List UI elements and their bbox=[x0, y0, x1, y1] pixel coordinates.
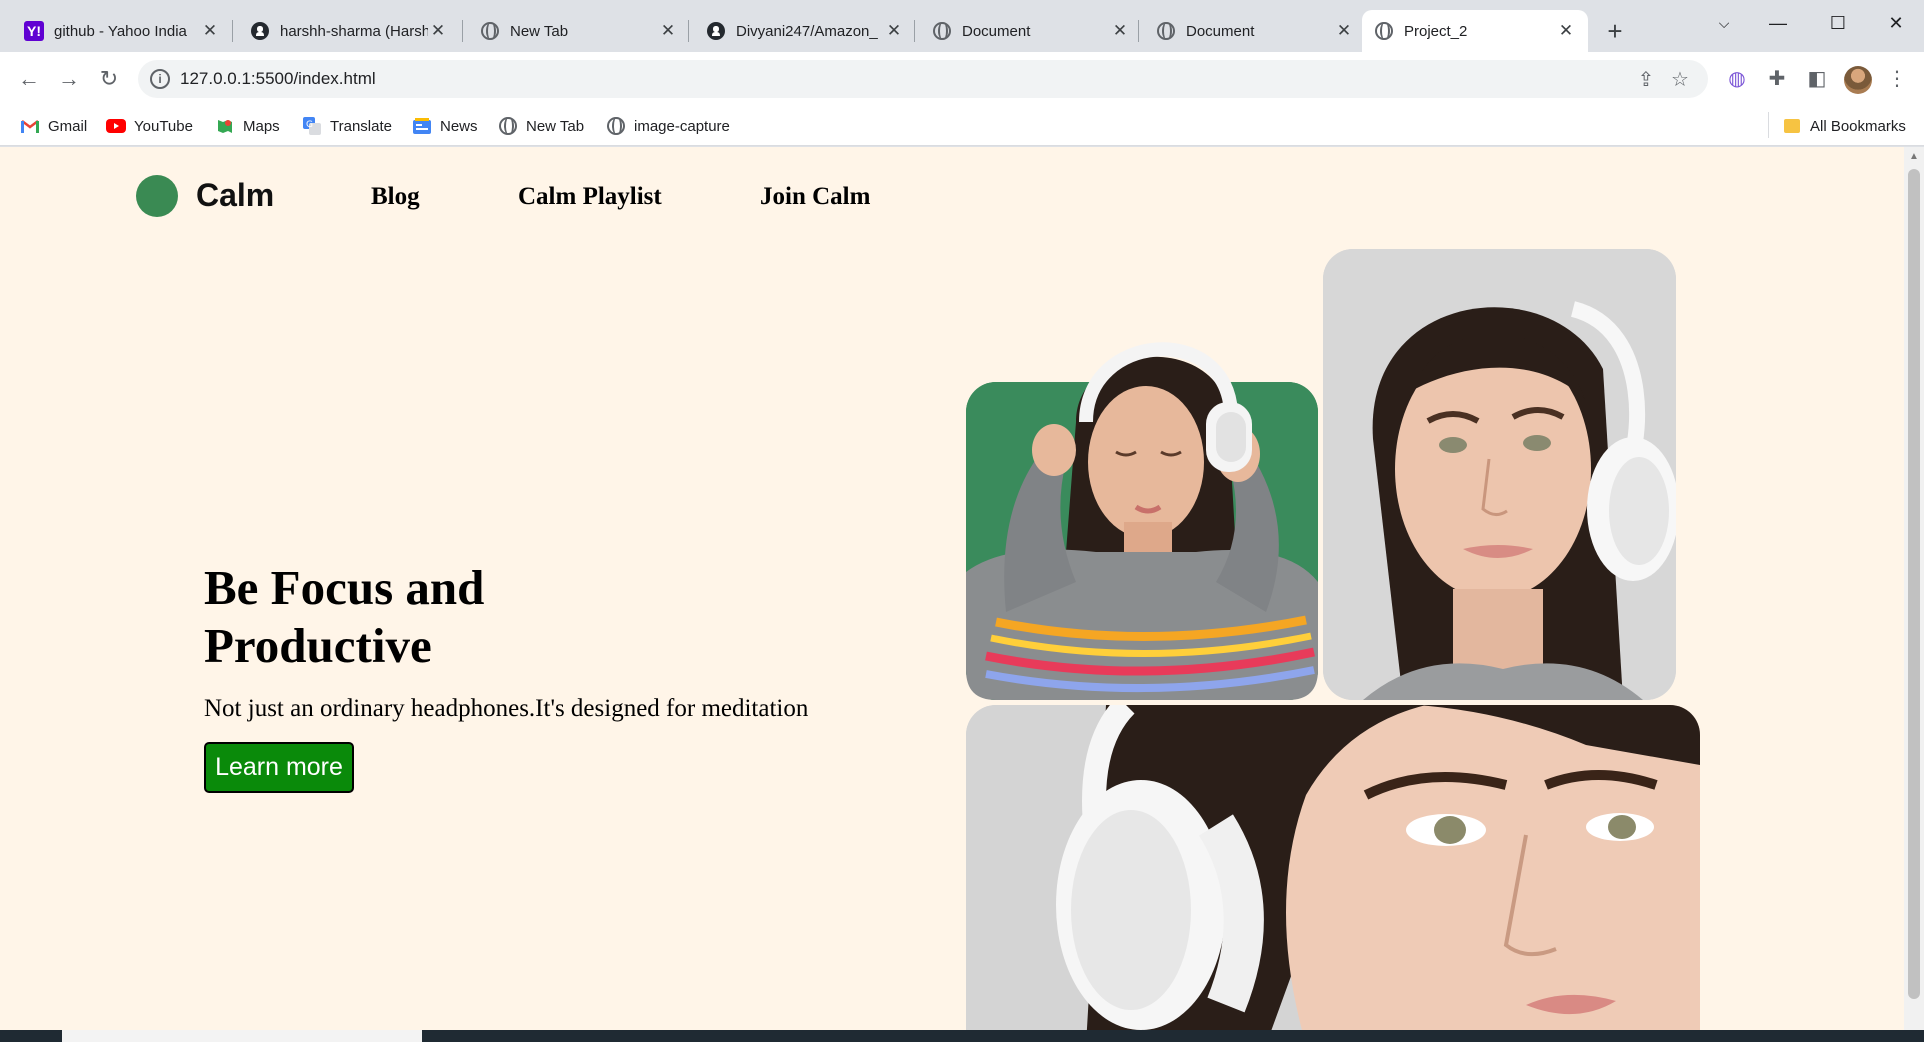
tab-title: Project_2 bbox=[1404, 22, 1468, 40]
learn-more-button[interactable]: Learn more bbox=[204, 742, 354, 793]
hero-image-closeup bbox=[966, 705, 1700, 1030]
close-icon[interactable]: ✕ bbox=[884, 21, 904, 41]
globe-icon bbox=[480, 21, 500, 41]
translate-icon: G bbox=[302, 116, 322, 136]
browser-toolbar: ← → ↻ i 127.0.0.1:5500/index.html ⇪ ☆ bbox=[0, 52, 1924, 106]
tab-search-icon[interactable]: ⌵ bbox=[1704, 8, 1744, 38]
tab-title: github - Yahoo India bbox=[54, 22, 187, 40]
close-icon[interactable]: ✕ bbox=[200, 21, 220, 41]
svg-text:G: G bbox=[306, 120, 313, 130]
nav-link-blog[interactable]: Blog bbox=[371, 183, 420, 211]
new-tab-button[interactable]: + bbox=[1600, 17, 1630, 47]
bookmark-gmail[interactable]: Gmail bbox=[20, 114, 87, 138]
tab-title: Divyani247/Amazon_ bbox=[736, 22, 878, 40]
share-icon[interactable]: ⇪ bbox=[1634, 68, 1658, 92]
tab-title: Document bbox=[962, 22, 1031, 40]
bookmark-new-tab[interactable]: New Tab bbox=[498, 114, 584, 138]
youtube-icon bbox=[106, 116, 126, 136]
hero-title: Be Focus and Productive bbox=[204, 560, 485, 673]
tab-title: Document bbox=[1186, 22, 1255, 40]
extension-icon[interactable]: ◍ bbox=[1722, 64, 1752, 94]
avatar[interactable] bbox=[1844, 66, 1872, 94]
tab-document-2[interactable]: Document ✕ bbox=[1144, 10, 1366, 52]
forward-icon[interactable]: → bbox=[54, 64, 84, 94]
tab-github-divyani[interactable]: Divyani247/Amazon_ ✕ bbox=[694, 10, 916, 52]
tab-project-2[interactable]: Project_2 ✕ bbox=[1362, 10, 1588, 52]
globe-icon bbox=[1374, 21, 1394, 41]
maximize-icon[interactable]: ☐ bbox=[1818, 8, 1858, 38]
logo-circle-icon bbox=[136, 175, 178, 217]
tab-yahoo[interactable]: Y! github - Yahoo India ✕ bbox=[12, 10, 232, 52]
github-icon bbox=[250, 21, 270, 41]
puzzle-icon[interactable]: ✚ bbox=[1762, 64, 1792, 94]
folder-icon bbox=[1782, 116, 1802, 136]
gmail-icon bbox=[20, 116, 40, 136]
url-text: 127.0.0.1:5500/index.html bbox=[180, 69, 376, 88]
news-icon bbox=[412, 116, 432, 136]
menu-icon[interactable]: ⋮ bbox=[1882, 64, 1912, 94]
taskbar-search[interactable] bbox=[62, 1030, 422, 1042]
page-scrollbar[interactable]: ▲ bbox=[1904, 147, 1924, 1030]
scrollbar-thumb[interactable] bbox=[1908, 169, 1920, 999]
site-info-icon[interactable]: i bbox=[150, 69, 170, 89]
close-icon[interactable]: ✕ bbox=[428, 21, 448, 41]
tab-title: harshh-sharma (Harsh bbox=[280, 22, 428, 40]
globe-icon bbox=[606, 116, 626, 136]
close-icon[interactable]: ✕ bbox=[1110, 21, 1130, 41]
close-icon[interactable]: ✕ bbox=[1556, 21, 1576, 41]
side-panel-icon[interactable]: ◧ bbox=[1802, 64, 1832, 94]
globe-icon bbox=[498, 116, 518, 136]
hero-image-portrait bbox=[1323, 249, 1676, 700]
nav-link-calm-playlist[interactable]: Calm Playlist bbox=[518, 183, 662, 211]
hero-image-sweater bbox=[966, 342, 1318, 700]
minimize-icon[interactable]: — bbox=[1758, 8, 1798, 38]
bookmark-star-icon[interactable]: ☆ bbox=[1668, 68, 1692, 92]
reload-icon[interactable]: ↻ bbox=[94, 64, 124, 94]
window-close-icon[interactable]: ✕ bbox=[1876, 8, 1916, 38]
scroll-up-icon[interactable]: ▲ bbox=[1904, 151, 1924, 162]
tab-document-1[interactable]: Document ✕ bbox=[920, 10, 1142, 52]
tab-new-tab[interactable]: New Tab ✕ bbox=[468, 10, 690, 52]
back-icon[interactable]: ← bbox=[14, 64, 44, 94]
hero-subtitle: Not just an ordinary headphones.It's des… bbox=[204, 695, 809, 722]
page-viewport: Calm Blog Calm Playlist Join Calm Be Foc… bbox=[0, 147, 1904, 1030]
tab-title: New Tab bbox=[510, 22, 569, 40]
tab-divider bbox=[914, 20, 915, 42]
address-bar[interactable]: i 127.0.0.1:5500/index.html ⇪ ☆ bbox=[138, 60, 1708, 98]
tab-divider bbox=[688, 20, 689, 42]
bookmark-news[interactable]: News bbox=[412, 114, 478, 138]
github-icon bbox=[706, 21, 726, 41]
tab-divider bbox=[232, 20, 233, 42]
tab-strip: Y! github - Yahoo India ✕ harshh-sharma … bbox=[0, 0, 1924, 52]
globe-icon bbox=[1156, 21, 1176, 41]
bookmark-youtube[interactable]: YouTube bbox=[106, 114, 193, 138]
tab-divider bbox=[462, 20, 463, 42]
yahoo-icon: Y! bbox=[24, 21, 44, 41]
bookmark-maps[interactable]: Maps bbox=[215, 114, 280, 138]
bookmark-translate[interactable]: G Translate bbox=[302, 114, 392, 138]
bookmark-all-bookmarks[interactable]: All Bookmarks bbox=[1782, 114, 1906, 138]
tab-github-harshh[interactable]: harshh-sharma (Harsh ✕ bbox=[238, 10, 460, 52]
close-icon[interactable]: ✕ bbox=[658, 21, 678, 41]
bookmarks-bar: Gmail YouTube Maps G Translate News New … bbox=[0, 106, 1924, 146]
site-logo[interactable]: Calm bbox=[196, 177, 274, 214]
close-icon[interactable]: ✕ bbox=[1334, 21, 1354, 41]
nav-link-join-calm[interactable]: Join Calm bbox=[760, 183, 870, 211]
maps-icon bbox=[215, 116, 235, 136]
bookmark-image-capture[interactable]: image-capture bbox=[606, 114, 730, 138]
bookmarks-divider bbox=[1768, 112, 1769, 138]
os-taskbar bbox=[0, 1030, 1924, 1042]
globe-icon bbox=[932, 21, 952, 41]
tab-divider bbox=[1138, 20, 1139, 42]
